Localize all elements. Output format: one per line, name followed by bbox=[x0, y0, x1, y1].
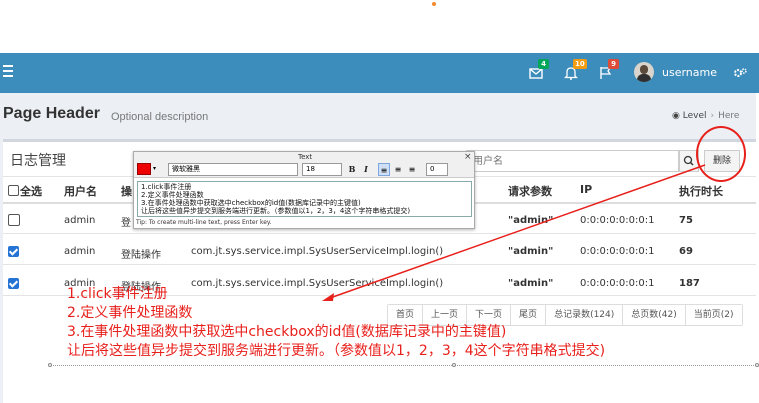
editor-line: 2.定义事件处理函数 bbox=[141, 191, 204, 199]
editor-line: 让后将这些值异步提交到服务端进行更新。（参数值以1，2，3，4这个字符串格式提交… bbox=[141, 207, 411, 215]
color-dropdown-icon[interactable]: ▾ bbox=[153, 165, 156, 172]
italic-button[interactable]: I bbox=[360, 163, 372, 176]
bold-button[interactable]: B bbox=[346, 163, 358, 176]
align-left-icon[interactable]: ≡ bbox=[378, 163, 390, 176]
text-tool-label: Text bbox=[298, 153, 313, 161]
color-swatch[interactable] bbox=[137, 163, 151, 175]
close-icon[interactable]: × bbox=[464, 152, 472, 162]
spacing-input[interactable]: 0 bbox=[426, 163, 448, 176]
font-size-select[interactable]: 18 bbox=[302, 163, 342, 176]
text-tool-panel[interactable]: Text ▾ 微软雅黑 18 B I ≡ ≡ ≡ 0 × 1.click事件注册… bbox=[133, 151, 475, 229]
text-editor-area[interactable]: 1.click事件注册 2.定义事件处理函数 3.在事件处理函数中获取选中che… bbox=[137, 181, 472, 217]
align-right-icon[interactable]: ≡ bbox=[406, 163, 418, 176]
text-tool-tip: Tip: To create multi-line text, press En… bbox=[136, 219, 272, 226]
editor-line: 1.click事件注册 bbox=[141, 183, 192, 191]
editor-line: 3.在事件处理函数中获取选中checkbox的id值(数据库记录中的主键值) bbox=[141, 199, 361, 207]
text-toolbar: Text ▾ 微软雅黑 18 B I ≡ ≡ ≡ 0 × bbox=[134, 152, 474, 178]
font-select[interactable]: 微软雅黑 bbox=[168, 163, 298, 176]
align-center-icon[interactable]: ≡ bbox=[392, 163, 404, 176]
